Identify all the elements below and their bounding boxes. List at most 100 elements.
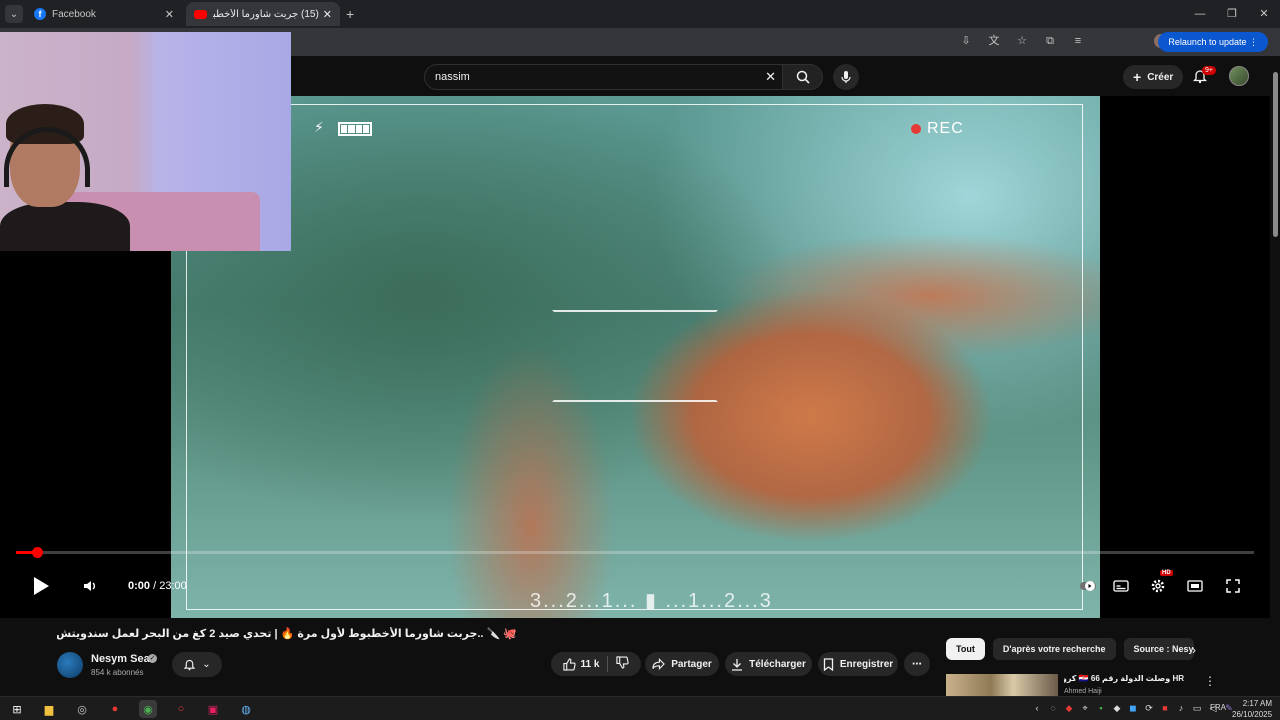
channel-name[interactable]: Nesym Sea xyxy=(91,653,150,665)
relaunch-button[interactable]: Relaunch to update ⋮ xyxy=(1158,32,1268,52)
chevron-down-icon: ⌄ xyxy=(202,659,211,670)
share-button[interactable]: Partager xyxy=(645,652,719,676)
create-button[interactable]: + Créer xyxy=(1123,65,1184,89)
windows-start-icon[interactable]: ⊞ xyxy=(8,700,26,718)
restore-button[interactable]: ❐ xyxy=(1216,0,1248,28)
chevron-right-icon[interactable]: › xyxy=(1192,643,1196,657)
clear-search-icon[interactable]: ✕ xyxy=(765,69,776,85)
hd-badge: HD xyxy=(1160,570,1173,576)
opera-icon[interactable]: ○ xyxy=(172,700,190,718)
new-tab-button[interactable]: + xyxy=(346,6,354,22)
tab-title: (15) جربت شاورما الأخطبوط لأول... xyxy=(213,8,319,20)
bell-icon xyxy=(183,659,196,671)
more-actions-button[interactable]: ⋯ xyxy=(904,652,930,676)
tray-display-icon[interactable]: ▭ xyxy=(1192,702,1202,714)
translate-icon[interactable]: 文 xyxy=(987,34,1001,48)
app-mail-icon[interactable]: ▣ xyxy=(204,700,222,718)
miniplayer-button[interactable] xyxy=(1185,576,1205,596)
subscription-bell-button[interactable]: ⌄ xyxy=(172,652,222,677)
language-indicator[interactable]: FRA xyxy=(1210,703,1226,712)
scrollbar-thumb[interactable] xyxy=(1273,72,1278,237)
volume-button[interactable] xyxy=(80,576,100,596)
chip-all[interactable]: Tout xyxy=(946,638,985,660)
dislike-button[interactable] xyxy=(616,656,630,672)
tray-chevron-icon[interactable]: ‹ xyxy=(1032,702,1042,714)
record-dot-icon xyxy=(911,124,921,134)
chip-source-channel[interactable]: Source : Nesym xyxy=(1123,638,1194,660)
related-video-title[interactable]: HR وصلت الدولة رقم 66 🇭🇷 كرواتيا xyxy=(1064,674,1184,683)
tab-youtube[interactable]: (15) جربت شاورما الأخطبوط لأول... ✕ xyxy=(186,2,340,26)
channel-avatar[interactable] xyxy=(57,652,83,678)
voice-search-button[interactable] xyxy=(833,64,859,90)
verified-icon: ✓ xyxy=(148,654,157,663)
install-icon[interactable]: ⇩ xyxy=(959,34,973,48)
like-count: 11 k xyxy=(580,658,600,670)
settings-button[interactable] xyxy=(1148,576,1168,596)
play-button[interactable] xyxy=(30,574,52,598)
close-icon[interactable]: ✕ xyxy=(165,8,174,21)
download-label: Télécharger xyxy=(749,658,806,670)
tray-mic-icon[interactable]: ♪ xyxy=(1176,702,1186,714)
thumbs-down-icon xyxy=(616,656,630,669)
download-button[interactable]: Télécharger xyxy=(725,652,812,676)
system-tray: ‹ ◌ ◆ ⌖ ▪ ◆ ◼ ⟳ ■ ♪ ▭ ◁ ✎ xyxy=(1032,702,1234,714)
tab-search-button[interactable]: ⌄ xyxy=(5,5,23,23)
minimize-button[interactable]: — xyxy=(1184,0,1216,28)
webcam-person-body xyxy=(0,202,130,251)
save-button[interactable]: Enregistrer xyxy=(818,652,898,676)
save-label: Enregistrer xyxy=(839,658,894,670)
fullscreen-button[interactable] xyxy=(1223,576,1243,596)
clock-time: 2:17 AM xyxy=(1242,699,1273,708)
tray-app-blue-icon[interactable]: ◼ xyxy=(1128,702,1138,714)
subscriber-count: 854 k abonnés xyxy=(91,668,144,677)
tab-facebook[interactable]: f Facebook ✕ xyxy=(26,2,182,26)
system-clock[interactable]: 2:17 AM 26/10/2025 xyxy=(1232,698,1272,720)
file-explorer-icon[interactable]: ▆ xyxy=(40,700,58,718)
focus-box-overlay xyxy=(552,310,718,402)
related-video-menu-icon[interactable]: ⋮ xyxy=(1204,674,1216,688)
gear-icon xyxy=(1151,579,1165,593)
youtube-icon xyxy=(194,9,207,19)
like-button[interactable]: 11 k xyxy=(562,657,600,671)
search-box[interactable]: nassim ✕ xyxy=(424,64,783,90)
page-scrollbar[interactable] xyxy=(1270,56,1280,696)
tab-title: Facebook xyxy=(52,8,96,20)
close-icon[interactable]: ✕ xyxy=(323,8,332,21)
app-blue-icon[interactable]: ◍ xyxy=(237,700,255,718)
obs-icon[interactable]: ◎ xyxy=(73,700,91,718)
chevron-down-icon: ⌄ xyxy=(9,8,19,20)
progress-bar[interactable] xyxy=(16,547,1254,558)
media-icon[interactable]: ≡ xyxy=(1071,34,1085,48)
chrome-icon[interactable]: ◉ xyxy=(139,700,157,718)
like-divider xyxy=(607,656,609,672)
search-input[interactable]: nassim xyxy=(435,71,470,83)
clock-date: 26/10/2025 xyxy=(1232,710,1273,719)
fullscreen-icon xyxy=(1226,579,1240,593)
chip-from-search[interactable]: D'après votre recherche xyxy=(992,638,1116,660)
tray-bluetooth-icon[interactable]: ▪ xyxy=(1096,702,1106,714)
star-icon[interactable]: ☆ xyxy=(1015,34,1029,48)
rec-label: REC xyxy=(927,120,964,137)
search-button[interactable] xyxy=(783,64,823,90)
battery-icon xyxy=(338,122,372,136)
tray-location-icon[interactable]: ⌖ xyxy=(1080,702,1090,714)
progress-scrubber[interactable] xyxy=(32,547,44,558)
related-video-thumbnail[interactable] xyxy=(946,674,1058,698)
bookmark-icon xyxy=(823,657,833,671)
plus-icon: + xyxy=(1133,69,1142,85)
autoplay-toggle[interactable] xyxy=(1078,576,1098,596)
subtitles-icon xyxy=(1113,580,1129,592)
microphone-icon xyxy=(841,71,851,83)
app-red-icon[interactable]: ● xyxy=(106,700,124,718)
extensions-icon[interactable]: ⧉ xyxy=(1043,34,1057,48)
play-icon xyxy=(34,577,49,595)
subtitles-button[interactable] xyxy=(1111,576,1131,596)
close-window-button[interactable]: ✕ xyxy=(1248,0,1280,28)
tray-shield-icon[interactable]: ◆ xyxy=(1064,702,1074,714)
tray-sync-icon[interactable]: ⟳ xyxy=(1144,702,1154,714)
tray-app-icon[interactable]: ◌ xyxy=(1048,702,1058,714)
tray-red-icon[interactable]: ■ xyxy=(1160,702,1170,714)
theater-mode-icon xyxy=(1187,580,1203,592)
tray-network-icon[interactable]: ◆ xyxy=(1112,702,1122,714)
account-avatar[interactable] xyxy=(1229,66,1249,86)
